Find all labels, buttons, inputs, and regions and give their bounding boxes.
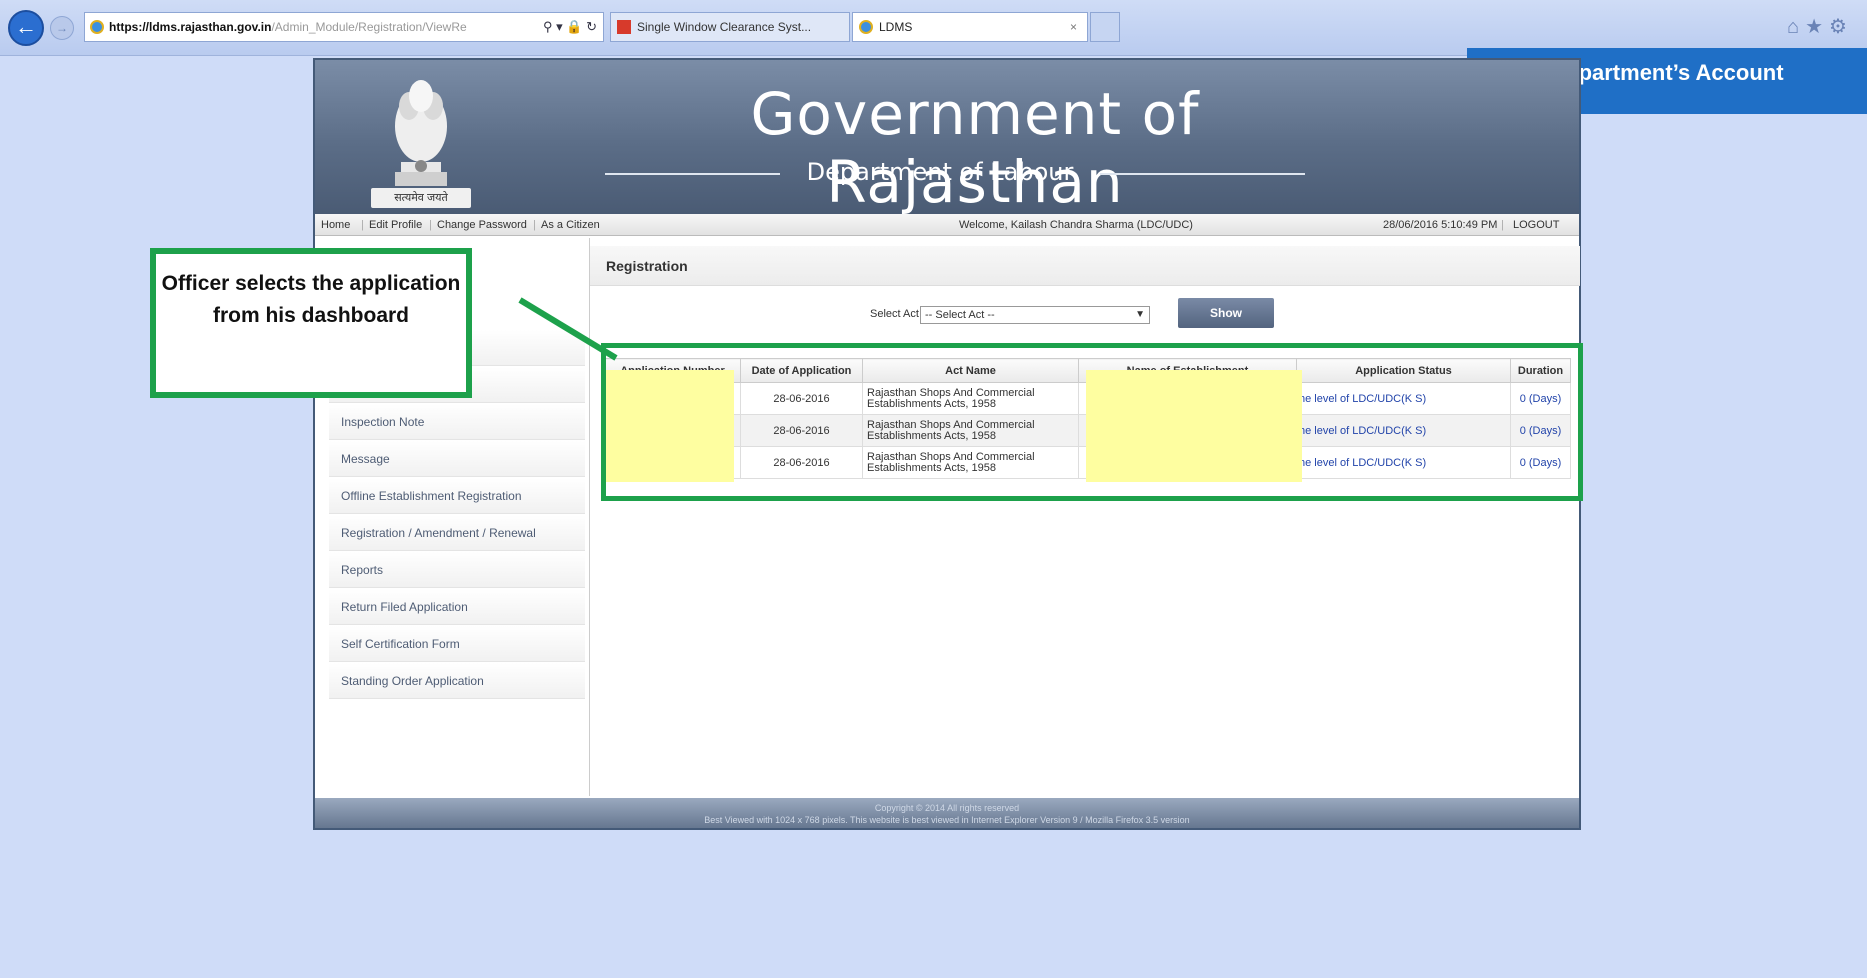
nav-separator: | <box>1501 219 1504 231</box>
select-act-value: -- Select Act -- <box>925 309 995 321</box>
new-tab-button[interactable] <box>1090 12 1120 42</box>
divider <box>605 173 780 175</box>
tab-favicon-icon <box>617 20 631 34</box>
header-banner: सत्यमेव जयते Government of Rajasthan Dep… <box>315 60 1579 216</box>
sidebar-item-offline-establishment-registration[interactable]: Offline Establishment Registration <box>329 478 585 514</box>
top-navigation: Home | Edit Profile | Change Password | … <box>315 214 1579 236</box>
sidebar-item-registration-amendment-renewal[interactable]: Registration / Amendment / Renewal <box>329 515 585 551</box>
divider <box>1100 173 1305 175</box>
forward-arrow-icon[interactable]: → <box>50 16 74 40</box>
datetime-text: 28/06/2016 5:10:49 PM <box>1383 219 1498 231</box>
close-icon[interactable]: × <box>1070 13 1077 41</box>
address-bar[interactable]: https://ldms.rajasthan.gov.in/Admin_Modu… <box>84 12 604 42</box>
main-content: Registration Select Act -- Select Act --… <box>589 238 1580 796</box>
nav-separator: | <box>429 219 432 231</box>
page-title: Government of Rajasthan <box>750 80 1200 216</box>
logout-link[interactable]: LOGOUT <box>1513 214 1559 236</box>
search-lock-refresh-icons[interactable]: ⚲ ▾ 🔒 ↻ <box>543 13 597 41</box>
ie-logo-icon <box>859 20 873 34</box>
back-arrow-icon[interactable]: ← <box>8 10 44 46</box>
state-emblem-icon <box>395 80 447 186</box>
sidebar-item-standing-order-application[interactable]: Standing Order Application <box>329 663 585 699</box>
sidebar-item-return-filed-application[interactable]: Return Filed Application <box>329 589 585 625</box>
browser-note-text: Best Viewed with 1024 x 768 pixels. This… <box>704 815 1190 825</box>
department-name: Department of Labour <box>806 158 1074 186</box>
annotation-table-outline <box>601 343 1583 501</box>
department-subtitle: Department of Labour <box>605 158 1305 188</box>
sidebar-item-reports[interactable]: Reports <box>329 552 585 588</box>
annotation-callout: Officer selects the application from his… <box>150 248 472 398</box>
page-footer: Copyright © 2014 All rights reserved Bes… <box>315 798 1579 828</box>
show-button[interactable]: Show <box>1178 298 1274 328</box>
emblem-motto: सत्यमेव जयते <box>371 188 471 208</box>
nav-change-password[interactable]: Change Password <box>437 214 527 236</box>
tab-single-window[interactable]: Single Window Clearance Syst... <box>610 12 850 42</box>
tab-ldms[interactable]: LDMS × <box>852 12 1088 42</box>
chevron-down-icon: ▼ <box>1135 309 1145 320</box>
welcome-text: Welcome, Kailash Chandra Sharma (LDC/UDC… <box>959 219 1193 231</box>
copyright-text: Copyright © 2014 All rights reserved <box>874 803 1020 813</box>
act-filter: Select Act -- Select Act -- ▼ Show <box>590 294 1580 334</box>
sidebar-item-self-certification-form[interactable]: Self Certification Form <box>329 626 585 662</box>
url-host: https://ldms.rajasthan.gov.in <box>109 20 272 34</box>
sidebar-item-message[interactable]: Message <box>329 441 585 477</box>
url-path: /Admin_Module/Registration/ViewRe <box>271 20 467 34</box>
nav-home[interactable]: Home <box>321 214 350 236</box>
nav-separator: | <box>361 219 364 231</box>
tab-label: Single Window Clearance Syst... <box>637 20 812 34</box>
ie-logo-icon <box>90 20 104 34</box>
nav-as-citizen[interactable]: As a Citizen <box>541 214 600 236</box>
select-act-dropdown[interactable]: -- Select Act -- ▼ <box>920 306 1150 324</box>
select-act-label: Select Act <box>870 308 919 320</box>
home-star-gear-icons[interactable]: ⌂★⚙ <box>1787 14 1853 39</box>
nav-edit-profile[interactable]: Edit Profile <box>369 214 422 236</box>
tab-label: LDMS <box>879 20 913 34</box>
section-heading: Registration <box>590 246 1580 286</box>
nav-separator: | <box>533 219 536 231</box>
sidebar-item-inspection-note[interactable]: Inspection Note <box>329 404 585 440</box>
